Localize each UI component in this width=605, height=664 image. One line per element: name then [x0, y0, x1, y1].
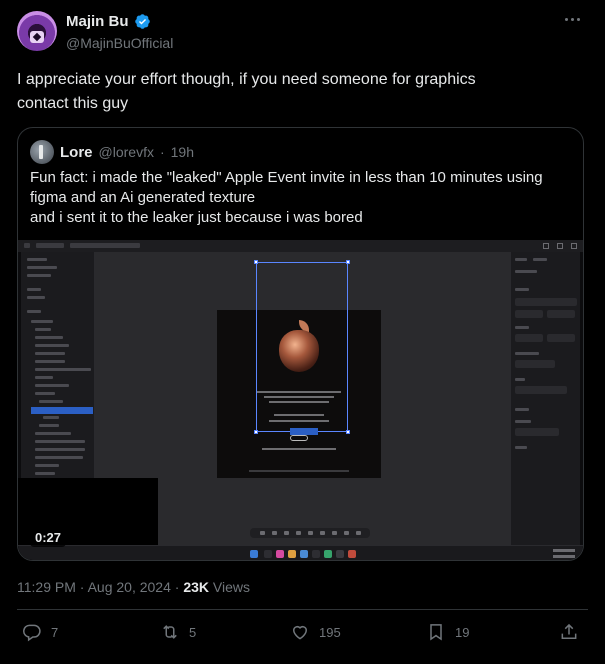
like-count: 195	[319, 624, 341, 640]
quoted-time: 19h	[170, 144, 194, 160]
meta-separator: ·	[79, 579, 85, 595]
quoted-text-line: and i sent it to the leaker just because…	[30, 209, 363, 226]
quoted-author-handle: @lorevfx	[98, 144, 154, 160]
repost-button[interactable]: 5	[160, 622, 196, 642]
quoted-text: Fun fact: i made the "leaked" Apple Even…	[30, 168, 575, 228]
bookmark-icon	[430, 624, 442, 641]
video-properties-panel	[510, 252, 580, 545]
reply-count: 7	[51, 624, 59, 640]
quoted-text-line: Fun fact: i made the "leaked" Apple Even…	[30, 169, 543, 186]
author-handle[interactable]: @MajinBuOfficial	[66, 35, 173, 51]
like-button[interactable]: 195	[290, 622, 341, 642]
more-options-icon[interactable]	[565, 15, 583, 23]
repost-icon	[163, 625, 177, 639]
share-button[interactable]	[559, 622, 579, 642]
video-figma-toolbar	[250, 528, 370, 538]
tweet-text: I appreciate your effort though, if you …	[17, 68, 577, 116]
tweet-text-line: contact this guy	[17, 95, 129, 112]
tweet-time[interactable]: 11:29 PM	[17, 579, 76, 595]
tweet-text-line: I appreciate your effort though, if you …	[17, 71, 476, 88]
quoted-header: Lore @lorevfx · 19h	[30, 140, 194, 164]
quoted-text-line: figma and an Ai generated texture	[30, 189, 256, 206]
meta-separator: ·	[174, 579, 180, 595]
author-name[interactable]: Majin Bu	[66, 13, 129, 30]
reply-icon	[23, 624, 41, 642]
quoted-avatar	[30, 140, 54, 164]
video-os-taskbar	[18, 545, 583, 560]
quoted-separator: ·	[159, 144, 165, 160]
video-selection-frame	[254, 260, 350, 434]
tweet-date[interactable]: Aug 20, 2024	[88, 579, 171, 595]
action-bar: 7 5 195 19	[0, 622, 605, 652]
repost-count: 5	[189, 624, 197, 640]
views-label: Views	[212, 579, 250, 595]
bookmark-count: 19	[455, 624, 470, 640]
video-duration-badge: 0:27	[30, 528, 67, 547]
divider	[17, 609, 588, 610]
video-selection-label	[290, 428, 318, 435]
views-count: 23K	[183, 579, 210, 595]
author-name-row: Majin Bu	[66, 13, 151, 30]
share-icon	[561, 623, 577, 639]
tweet-meta: 11:29 PM · Aug 20, 2024 · 23K Views	[17, 579, 250, 595]
author-avatar[interactable]	[17, 11, 57, 51]
video-app-titlebar	[18, 240, 583, 252]
quoted-author-name: Lore	[60, 143, 93, 161]
reply-button[interactable]: 7	[22, 622, 58, 642]
quoted-video[interactable]: 0:27	[18, 240, 583, 560]
verified-badge-icon	[134, 14, 150, 29]
heart-icon	[292, 625, 308, 640]
bookmark-button[interactable]: 19	[426, 622, 469, 642]
quoted-tweet[interactable]: Lore @lorevfx · 19h Fun fact: i made the…	[17, 127, 584, 561]
